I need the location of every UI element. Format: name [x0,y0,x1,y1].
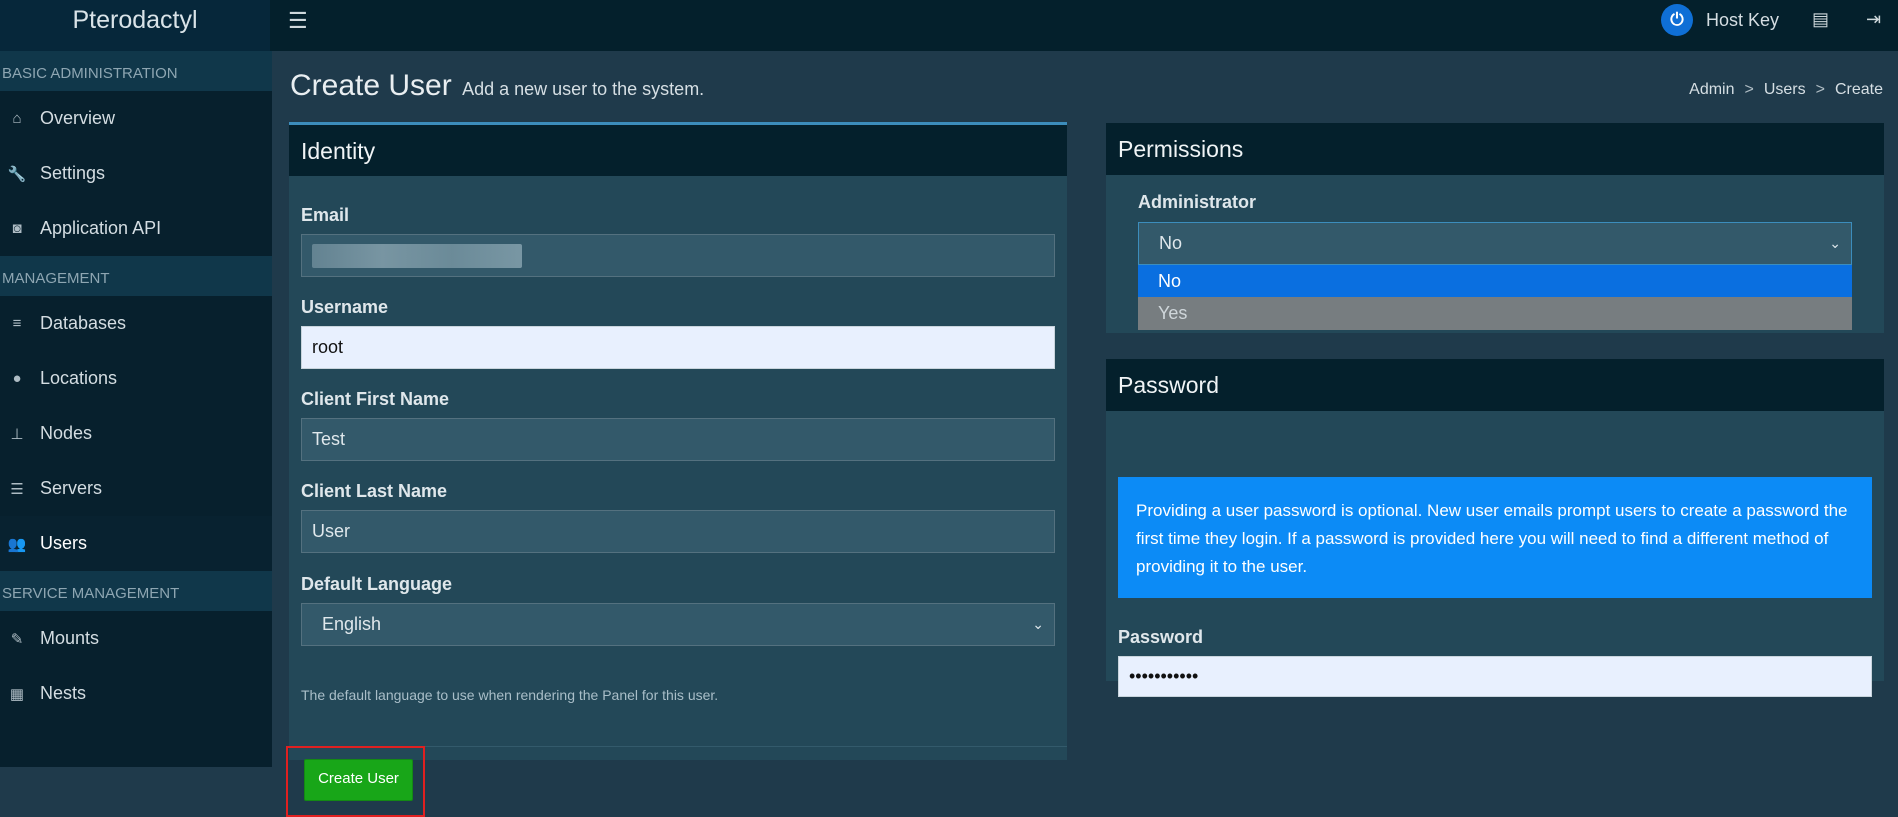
sidebar-item-application-api[interactable]: ◙ Application API [0,201,272,256]
sidebar-item-settings[interactable]: 🔧 Settings [0,146,272,201]
first-name-field[interactable]: Test [301,418,1055,461]
username-label: Username [301,297,389,317]
sidebar-item-servers[interactable]: ☰ Servers [0,461,272,516]
password-label: Password [1118,627,1204,647]
breadcrumb-users[interactable]: Users [1764,81,1806,98]
sidebar-item-label: Locations [40,368,118,388]
user-menu[interactable]: ⏻ Host Key [1661,4,1780,36]
password-card: Password Providing a user password is op… [1106,359,1884,697]
grid-icon: ▦ [9,685,25,703]
server-icon: ☰ [10,480,24,498]
administrator-dropdown: No Yes [1138,265,1852,330]
administrator-label: Administrator [1138,192,1257,212]
sidebar-item-databases[interactable]: ≡ Databases [0,296,272,351]
home-icon: ⌂ [12,110,22,127]
administrator-select[interactable]: No ⌄ [1138,222,1852,265]
breadcrumb: Admin > Users > Create [1689,81,1883,98]
sidebar-item-locations[interactable]: ● Locations [0,351,272,406]
magic-icon: ✎ [10,630,24,648]
language-select[interactable]: English ⌄ [301,603,1055,646]
sidebar-item-users[interactable]: 👥 Users [0,516,272,571]
breadcrumb-admin[interactable]: Admin [1689,81,1734,98]
identity-card-title: Identity [289,125,1067,176]
username-field[interactable]: root [301,326,1055,369]
password-card-title: Password [1106,359,1884,411]
sidebar-item-label: Nests [40,683,87,703]
sitemap-icon: ⊥ [10,425,24,443]
avatar: ⏻ [1661,4,1693,36]
gamepad-icon: ◙ [12,220,22,237]
sidebar-item-label: Databases [40,313,127,333]
dropdown-option-yes[interactable]: Yes [1138,297,1852,329]
page-title-text: Create User [290,69,452,102]
redacted-email [312,244,522,268]
username-label: Host Key [1706,9,1780,30]
sidebar-item-label: Overview [40,108,116,128]
sidebar-item-label: Nodes [40,423,93,443]
wrench-icon: 🔧 [7,165,27,183]
users-icon: 👥 [7,535,27,553]
sidebar-section-management: MANAGEMENT [0,256,272,296]
sidebar-toggle-icon[interactable]: ☰ [288,8,308,34]
sidebar-item-nests[interactable]: ▦ Nests [0,666,272,721]
dropdown-option-no[interactable]: No [1138,265,1852,297]
email-label: Email [301,205,350,225]
password-info-callout: Providing a user password is optional. N… [1118,477,1872,598]
sidebar-section-service: SERVICE MANAGEMENT [0,571,272,611]
server-list-icon[interactable]: ▤ [1812,9,1829,30]
language-label: Default Language [301,574,453,594]
sidebar-item-label: Users [40,533,88,553]
sidebar-item-overview[interactable]: ⌂ Overview [0,91,272,146]
sidebar: BASIC ADMINISTRATION ⌂ Overview 🔧 Settin… [0,51,272,767]
breadcrumb-create: Create [1834,81,1883,98]
globe-icon: ● [12,370,22,387]
sidebar-item-label: Settings [40,163,106,183]
create-user-button[interactable]: Create User [304,759,413,801]
permissions-card: Permissions Administrator No ⌄ No Yes [1106,123,1884,333]
first-name-label: Client First Name [301,389,450,409]
brand-logo[interactable]: Pterodactyl [0,0,270,51]
database-icon: ≡ [12,315,22,332]
sidebar-item-label: Application API [40,218,162,238]
permissions-card-title: Permissions [1106,123,1884,175]
page-subtitle: Add a new user to the system. [462,79,705,99]
email-field[interactable] [301,234,1055,277]
logout-icon[interactable]: ⇥ [1866,9,1881,30]
last-name-field[interactable]: User [301,510,1055,553]
language-select-value: English [322,614,382,634]
sidebar-item-label: Mounts [40,628,100,648]
sidebar-item-nodes[interactable]: ⊥ Nodes [0,406,272,461]
administrator-select-value: No [1159,233,1183,253]
language-help-text: The default language to use when renderi… [301,687,719,703]
chevron-down-icon: ⌄ [1032,616,1044,632]
main-content: Create User Add a new user to the system… [272,51,1898,817]
sidebar-item-mounts[interactable]: ✎ Mounts [0,611,272,666]
last-name-label: Client Last Name [301,481,448,501]
sidebar-item-label: Servers [40,478,103,498]
password-field[interactable]: ••••••••••• [1118,656,1872,697]
page-title: Create User Add a new user to the system… [290,69,704,103]
top-navbar: Pterodactyl ☰ ⏻ Host Key ▤ ⇥ [0,0,1898,51]
identity-card: Identity Email Username root Client Firs… [286,122,1067,817]
sidebar-section-basic: BASIC ADMINISTRATION [0,51,272,91]
chevron-down-icon: ⌄ [1829,235,1841,251]
